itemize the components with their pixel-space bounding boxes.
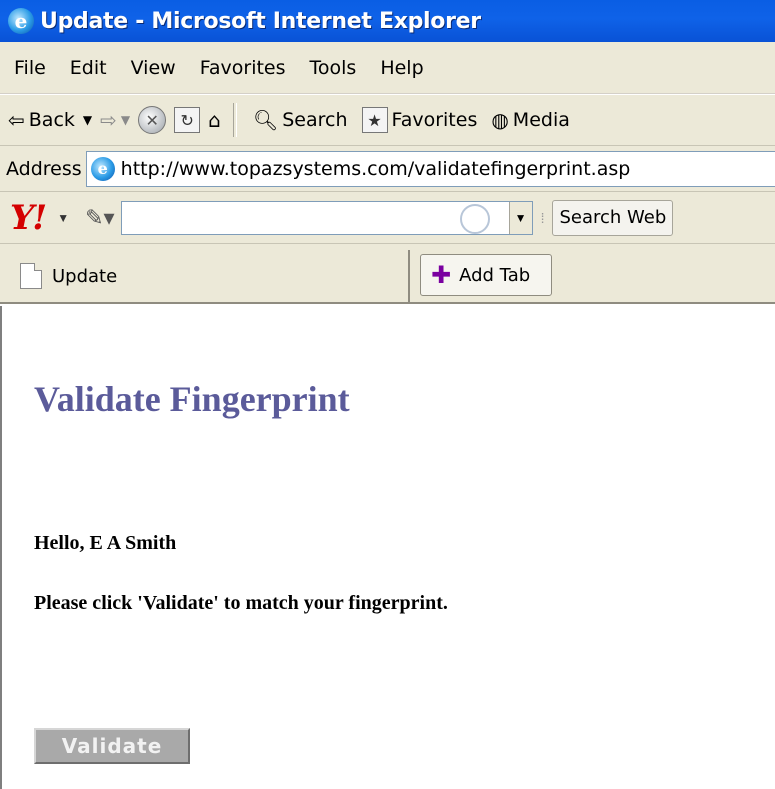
refresh-icon: ↻ [174, 107, 201, 133]
favorites-label: Favorites [391, 109, 478, 131]
favorites-button[interactable]: ★ Favorites [361, 107, 478, 133]
blank-page-icon [20, 263, 42, 289]
yahoo-search-input[interactable]: ▼ [120, 200, 533, 235]
menu-bar: File Edit View Favorites Tools Help [0, 42, 775, 94]
forward-dropdown-icon[interactable]: ▼ [121, 113, 130, 127]
menu-view[interactable]: View [131, 57, 176, 79]
back-dropdown-icon[interactable]: ▼ [83, 113, 92, 127]
standard-toolbar: ⇦ Back ▼ ⇨ ▼ ✕ ↻ ⌂ 🔍︎ Search ★ Favorites… [0, 94, 775, 146]
add-tab-label: Add Tab [459, 264, 531, 286]
page-title: Validate Fingerprint [34, 379, 350, 419]
stop-icon: ✕ [138, 106, 167, 134]
magnifier-watermark-icon [459, 203, 490, 234]
add-tab-button[interactable]: ✚ Add Tab [420, 254, 552, 296]
search-button[interactable]: 🔍︎ Search [253, 108, 348, 132]
plus-icon: ✚ [431, 261, 452, 289]
address-url[interactable]: http://www.topazsystems.com/validatefing… [121, 158, 631, 180]
refresh-button[interactable]: ↻ [174, 107, 201, 133]
grip-icon: ⁞ [540, 209, 545, 226]
yahoo-logo[interactable]: Y! [10, 198, 47, 238]
menu-file[interactable]: File [14, 57, 46, 79]
favorites-icon: ★ [361, 107, 388, 133]
address-bar: Address e http://www.topazsystems.com/va… [0, 146, 775, 192]
back-label: Back [28, 109, 75, 131]
back-arrow-icon: ⇦ [8, 108, 25, 132]
forward-arrow-icon: ⇨ [100, 108, 117, 132]
pencil-icon[interactable]: ✎▾ [85, 205, 114, 231]
internet-explorer-icon: e [8, 8, 34, 34]
forward-button[interactable]: ⇨ ▼ [100, 108, 130, 132]
search-web-button[interactable]: Search Web [552, 199, 674, 236]
tab-bar: Update ✚ Add Tab [0, 244, 775, 304]
menu-edit[interactable]: Edit [70, 57, 107, 79]
search-label: Search [282, 109, 348, 131]
yahoo-dropdown-icon[interactable]: ▼ [57, 211, 69, 225]
page-content: Validate Fingerprint Hello, E A Smith Pl… [0, 306, 775, 789]
tab-update[interactable]: Update [8, 250, 410, 302]
greeting-text: Hello, E A Smith [34, 532, 177, 554]
page-icon: e [90, 156, 115, 181]
search-history-dropdown-icon[interactable]: ▼ [508, 201, 532, 234]
menu-tools[interactable]: Tools [310, 57, 357, 79]
toolbar-separator [232, 103, 237, 137]
media-button[interactable]: ◍ Media [491, 108, 570, 132]
tab-label: Update [52, 265, 118, 287]
yahoo-toolbar: Y! ▼ ✎▾ ▼ ⁞ Search Web [0, 192, 775, 244]
media-icon: ◍ [491, 108, 509, 132]
home-button[interactable]: ⌂ [208, 108, 225, 132]
address-label: Address [6, 157, 82, 180]
back-button[interactable]: ⇦ Back ▼ [8, 108, 92, 132]
search-icon: 🔍︎ [252, 108, 279, 132]
validate-button[interactable]: Validate [34, 728, 190, 764]
stop-button[interactable]: ✕ [138, 106, 167, 134]
address-input[interactable]: e http://www.topazsystems.com/validatefi… [85, 150, 775, 187]
instruction-text: Please click 'Validate' to match your fi… [34, 592, 448, 614]
media-label: Media [512, 109, 570, 131]
window-title: Update - Microsoft Internet Explorer [40, 8, 481, 34]
menu-help[interactable]: Help [380, 57, 423, 79]
title-bar: e Update - Microsoft Internet Explorer [0, 0, 775, 42]
menu-favorites[interactable]: Favorites [200, 57, 286, 79]
home-icon: ⌂ [208, 108, 221, 132]
